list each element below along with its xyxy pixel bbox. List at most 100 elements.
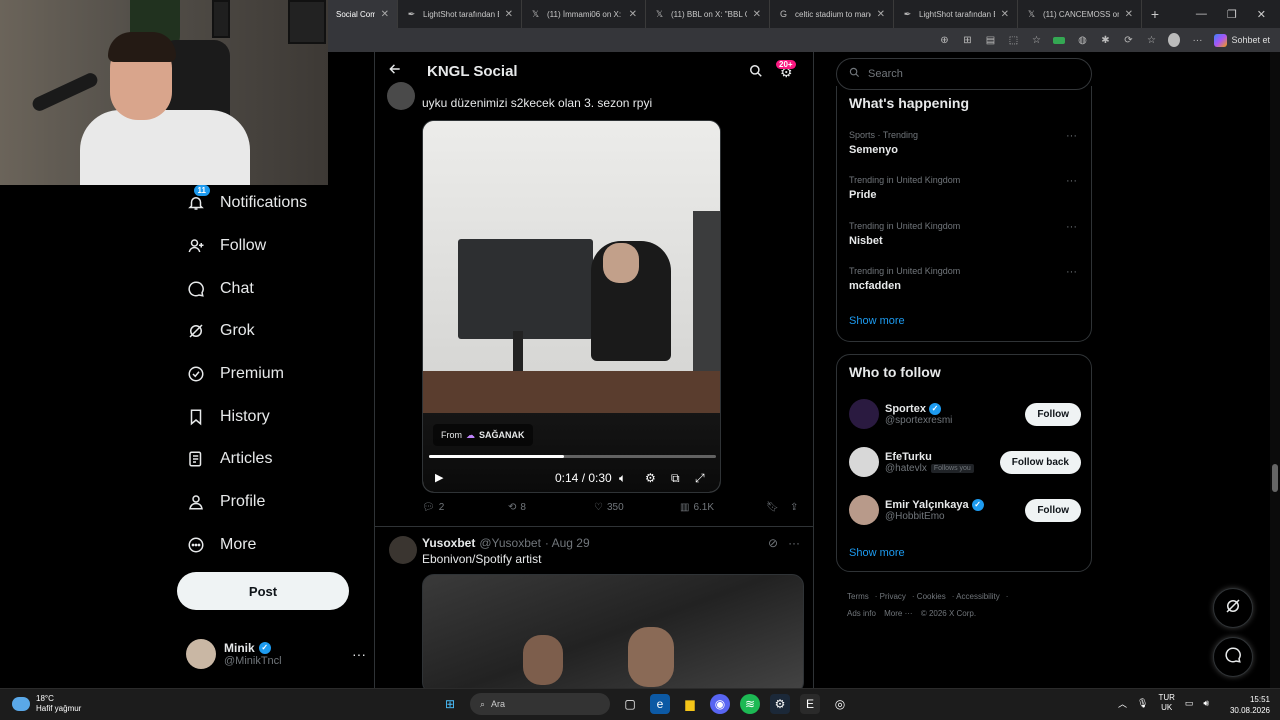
more-dots-icon[interactable]: ··· <box>1066 175 1077 187</box>
close-tab-icon[interactable]: ✕ <box>505 9 513 20</box>
more-dots-icon[interactable]: ··· <box>788 536 800 550</box>
epic-games-icon[interactable]: E <box>800 694 820 714</box>
translate-icon[interactable]: ⊞ <box>961 34 973 46</box>
weather-widget[interactable]: 18°C Hafif yağmur <box>12 694 81 714</box>
zoom-icon[interactable]: ⊕ <box>938 34 950 46</box>
follow-button[interactable]: Follow <box>1025 498 1081 522</box>
tweet-author-name[interactable]: Yusoxbet <box>422 536 475 550</box>
footer-link[interactable]: More ··· <box>884 609 912 618</box>
more-dots-icon[interactable]: ··· <box>352 646 366 662</box>
video-progress-bar[interactable] <box>429 455 716 458</box>
back-arrow-icon[interactable] <box>388 62 402 79</box>
avatar[interactable] <box>387 82 415 110</box>
green-extension-icon[interactable] <box>1053 34 1066 46</box>
more-dots-icon[interactable]: ··· <box>1066 266 1077 278</box>
trend-item[interactable]: Sports · Trending Semenyo ··· <box>849 130 1081 156</box>
browser-tab[interactable]: Social Comm ✕ <box>328 0 398 28</box>
footer-link[interactable]: Terms <box>847 592 869 601</box>
favorite-star-icon[interactable]: ☆ <box>1030 34 1042 46</box>
volume-icon[interactable]: 🔈︎ <box>619 471 626 486</box>
reader-icon[interactable]: ▤ <box>984 34 996 46</box>
close-tab-icon[interactable]: ✕ <box>1001 9 1009 20</box>
footer-link[interactable]: Accessibility <box>956 592 1000 601</box>
tweet-image[interactable] <box>422 574 804 688</box>
page-scrollbar[interactable] <box>1270 52 1280 688</box>
volume-icon[interactable]: 🔊︎ <box>1203 698 1209 709</box>
show-more-link[interactable]: Show more <box>849 547 905 559</box>
footer-link[interactable]: Ads info <box>847 609 876 618</box>
tweet-date[interactable]: · Aug 29 <box>545 536 590 550</box>
trend-item[interactable]: Trending in United Kingdom Pride ··· <box>849 175 1081 201</box>
browser-tab[interactable]: 𝕏 (11) CANCEMOSS on X ✕ <box>1018 0 1142 28</box>
windows-start-icon[interactable]: ⊞ <box>440 694 460 714</box>
repost-button[interactable]: ⟲ 8 <box>508 502 526 513</box>
network-icon[interactable]: ▭ <box>1185 698 1194 709</box>
microphone-icon[interactable]: 🎙︎ <box>1137 698 1148 709</box>
taskbar-clock[interactable]: 15:51 30.08.2026 <box>1222 694 1270 716</box>
browser-tab[interactable]: G celtic stadium to manch ✕ <box>770 0 894 28</box>
nav-item-profile[interactable]: Profile <box>186 488 265 516</box>
settings-gear-icon[interactable]: ⚙ <box>645 471 656 485</box>
steam-icon[interactable]: ⚙ <box>770 694 790 714</box>
maximize-icon[interactable]: ❐ <box>1227 8 1237 21</box>
file-explorer-icon[interactable]: ▆ <box>680 694 700 714</box>
profile-avatar-icon[interactable] <box>1168 33 1181 47</box>
trend-item[interactable]: Trending in United Kingdom mcfadden ··· <box>849 266 1081 292</box>
minimize-icon[interactable]: — <box>1196 8 1207 21</box>
grok-floating-button[interactable] <box>1213 588 1253 628</box>
discord-icon[interactable]: ◉ <box>710 694 730 714</box>
follow-suggestion[interactable]: EfeTurku @hatevlx Follows you Follow back <box>849 444 1081 480</box>
browser-tab[interactable]: 𝕏 (11) BBL on X: "BBL CS2 ✕ <box>646 0 770 28</box>
language-indicator[interactable]: TUR UK <box>1158 693 1174 713</box>
close-tab-icon[interactable]: ✕ <box>877 9 885 20</box>
post-button[interactable]: Post <box>177 572 349 610</box>
chat-floating-button[interactable] <box>1213 637 1253 677</box>
nav-item-articles[interactable]: Articles <box>186 445 272 473</box>
follow-suggestion[interactable]: Emir Yalçınkaya ✓ @HobbitEmo Follow <box>849 492 1081 528</box>
show-more-link[interactable]: Show more <box>849 315 905 327</box>
footer-link[interactable]: Cookies <box>917 592 946 601</box>
copilot-button[interactable]: Sohbet et <box>1214 33 1270 47</box>
extensions-icon[interactable]: ⬚ <box>1007 34 1019 46</box>
like-button[interactable]: ♡ 350 <box>594 502 624 513</box>
close-tab-icon[interactable]: ✕ <box>381 9 389 20</box>
collections-icon[interactable]: ☆ <box>1145 34 1157 46</box>
menu-dots-icon[interactable]: ··· <box>1191 34 1203 46</box>
new-tab-button[interactable]: + <box>1142 6 1168 22</box>
nav-item-premium[interactable]: Premium <box>186 360 284 388</box>
pip-icon[interactable]: ⧉ <box>671 471 680 486</box>
taskbar-search[interactable]: ⌕ Ara <box>470 693 610 715</box>
video-source-label[interactable]: From ☁ SAĞANAK <box>433 424 533 446</box>
browser-tab[interactable]: ✒ LightShot tarafından Ek ✕ <box>894 0 1018 28</box>
fullscreen-icon[interactable]: ⤢ <box>695 471 705 486</box>
trend-item[interactable]: Trending in United Kingdom Nisbet ··· <box>849 221 1081 247</box>
close-tab-icon[interactable]: ✕ <box>629 9 637 20</box>
tray-chevron-icon[interactable]: ︿ <box>1118 697 1127 710</box>
share-icon[interactable]: ⇪ <box>790 502 798 513</box>
edge-browser-icon[interactable]: e <box>650 694 670 714</box>
follow-back-button[interactable]: Follow back <box>999 450 1081 474</box>
scrollbar-thumb[interactable] <box>1272 464 1278 492</box>
browser-tab[interactable]: ✒ LightShot tarafından Ek ✕ <box>398 0 522 28</box>
browser-tab[interactable]: 𝕏 (11) İmmami06 on X: "M ✕ <box>522 0 646 28</box>
spotify-icon[interactable]: ≋ <box>740 694 760 714</box>
close-window-icon[interactable]: ✕ <box>1257 8 1266 21</box>
obs-icon[interactable]: ◎ <box>830 694 850 714</box>
sync-icon[interactable]: ⟳ <box>1122 34 1134 46</box>
grok-icon[interactable]: ⊘ <box>768 536 778 550</box>
account-switcher[interactable]: Minik ✓ @MinikTncl ··· <box>186 636 366 672</box>
nav-item-more[interactable]: More <box>186 531 256 559</box>
nav-item-grok[interactable]: Grok <box>186 317 255 345</box>
shield-icon[interactable]: ◍ <box>1076 34 1088 46</box>
more-dots-icon[interactable]: ··· <box>1066 130 1077 142</box>
close-tab-icon[interactable]: ✕ <box>1125 9 1133 20</box>
task-view-icon[interactable]: ▢ <box>620 694 640 714</box>
reply-button[interactable]: 💬︎ 2 <box>422 502 444 513</box>
more-dots-icon[interactable]: ··· <box>1066 221 1077 233</box>
search-icon[interactable] <box>749 64 763 78</box>
puzzle-icon[interactable]: ✱ <box>1099 34 1111 46</box>
nav-item-follow[interactable]: Follow <box>186 232 266 260</box>
nav-item-history[interactable]: History <box>186 403 270 431</box>
nav-item-notifications[interactable]: 11 Notifications <box>186 185 307 217</box>
follow-suggestion[interactable]: Sportex ✓ @sportexresmi Follow <box>849 396 1081 432</box>
